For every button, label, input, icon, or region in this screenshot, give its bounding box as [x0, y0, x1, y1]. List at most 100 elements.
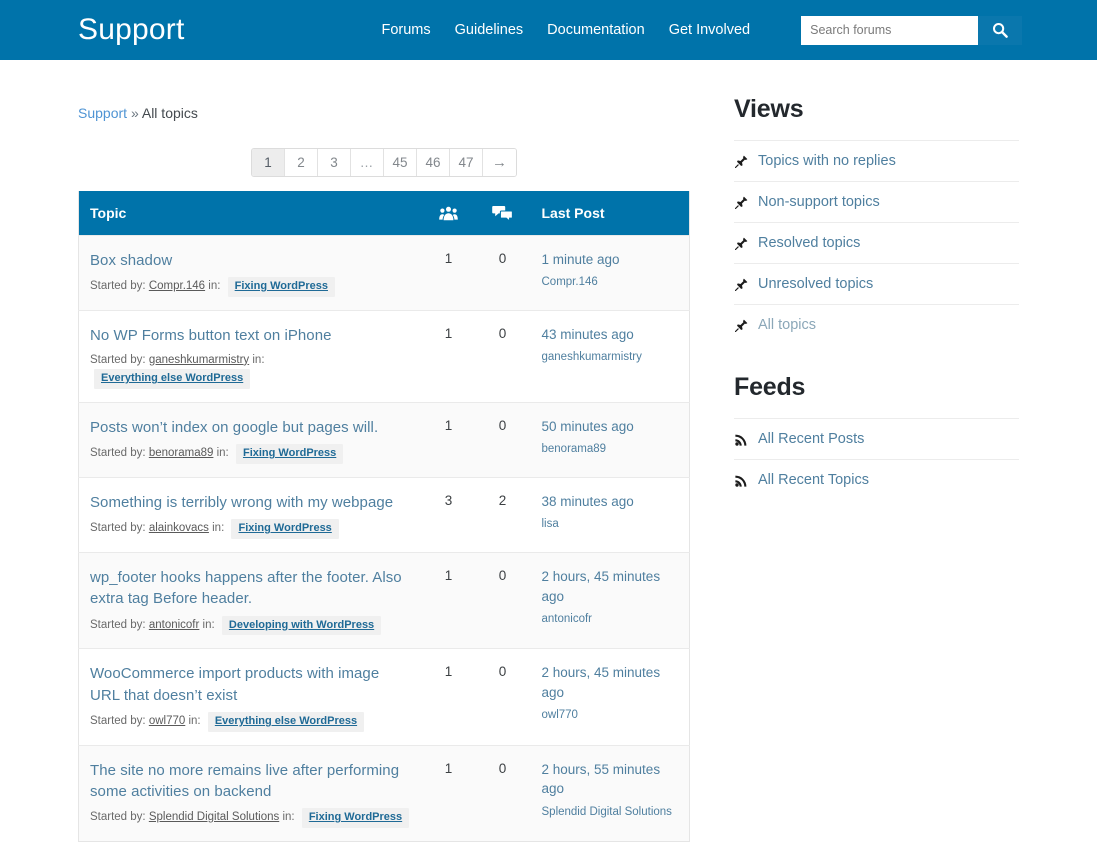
feed-item-label[interactable]: All Recent Posts — [758, 429, 864, 449]
topic-title-link[interactable]: WooCommerce import products with image U… — [90, 663, 412, 706]
voices-group-icon — [439, 204, 458, 221]
column-header-last-post: Last Post — [529, 191, 690, 235]
topic-author-link[interactable]: owl770 — [149, 715, 185, 727]
last-post-author-link[interactable]: owl770 — [542, 707, 680, 723]
column-header-voices — [421, 191, 476, 235]
started-by-label: Started by: — [90, 811, 146, 824]
last-post-time-link[interactable]: 1 minute ago — [542, 250, 680, 270]
feed-item-all-recent-topics[interactable]: All Recent Topics — [734, 459, 1019, 500]
last-post-author-link[interactable]: benorama89 — [542, 441, 680, 457]
started-by-label: Started by: — [90, 522, 146, 535]
topic-forum-badge[interactable]: Everything else WordPress — [207, 711, 365, 732]
topic-author-link[interactable]: antonicofr — [149, 619, 200, 631]
page-45-link[interactable]: 45 — [384, 149, 417, 176]
rss-icon — [734, 433, 749, 446]
pushpin-icon — [734, 155, 749, 168]
topic-meta: Started by: owl770 in: Everything else W… — [90, 711, 412, 732]
breadcrumb-separator: » — [130, 105, 139, 121]
voices-count: 1 — [444, 567, 453, 583]
topic-forum-badge[interactable]: Fixing WordPress — [235, 444, 344, 464]
last-post-time-link[interactable]: 38 minutes ago — [542, 492, 680, 512]
breadcrumb-root-link[interactable]: Support — [78, 105, 127, 121]
topic-cell: wp_footer hooks happens after the footer… — [79, 552, 422, 648]
search-form — [801, 15, 1023, 45]
last-post-time-link[interactable]: 50 minutes ago — [542, 417, 680, 437]
topic-forum-badge[interactable]: Everything else WordPress — [94, 369, 251, 389]
column-header-replies — [475, 191, 530, 235]
last-post-author-link[interactable]: antonicofr — [542, 611, 680, 627]
sidebar-item-label[interactable]: Topics with no replies — [758, 151, 896, 171]
voices-count: 1 — [444, 250, 453, 266]
topic-meta: Started by: antonicofr in: Developing wi… — [90, 615, 412, 636]
topic-meta: Started by: ganeshkumarmistry in: Everyt… — [90, 352, 412, 389]
pushpin-icon — [734, 319, 749, 332]
topic-forum-badge[interactable]: Developing with WordPress — [221, 615, 382, 636]
nav-item-get-involved[interactable]: Get Involved — [669, 22, 750, 38]
voices-count: 1 — [444, 417, 453, 433]
topic-forum-badge[interactable]: Fixing WordPress — [301, 808, 410, 828]
topic-author-link[interactable]: Splendid Digital Solutions — [149, 811, 279, 823]
replies-count: 0 — [498, 567, 507, 583]
sidebar-item-topics-with-no-replies[interactable]: Topics with no replies — [734, 140, 1019, 181]
topic-forum-badge[interactable]: Fixing WordPress — [231, 519, 339, 539]
topics-table-header-row: Topic Last Post — [78, 191, 690, 235]
nav-item-documentation[interactable]: Documentation — [547, 22, 645, 38]
last-post-time-link[interactable]: 2 hours, 55 minutes ago — [542, 760, 680, 799]
topic-title-link[interactable]: wp_footer hooks happens after the footer… — [90, 567, 412, 610]
last-post-time-link[interactable]: 2 hours, 45 minutes ago — [542, 567, 680, 606]
topic-title-link[interactable]: The site no more remains live after perf… — [90, 760, 412, 803]
page-1-current[interactable]: 1 — [252, 149, 285, 176]
replies-count: 0 — [498, 417, 507, 433]
table-row: The site no more remains live after perf… — [78, 745, 690, 842]
last-post-author-link[interactable]: lisa — [542, 516, 680, 532]
in-label: in: — [208, 279, 221, 292]
search-input[interactable] — [801, 15, 979, 45]
sidebar-item-all-topics[interactable]: All topics — [734, 304, 1019, 345]
page-body: Support » All topics 1 2 3 … 45 46 47 → … — [0, 60, 1097, 842]
pushpin-icon — [734, 237, 749, 250]
replies-bubbles-icon — [492, 204, 513, 222]
last-post-author-link[interactable]: Splendid Digital Solutions — [542, 804, 680, 820]
nav-item-guidelines[interactable]: Guidelines — [455, 22, 524, 38]
sidebar-item-unresolved-topics[interactable]: Unresolved topics — [734, 263, 1019, 304]
last-post-author-link[interactable]: Compr.146 — [542, 274, 680, 290]
sidebar-item-label[interactable]: Unresolved topics — [758, 274, 873, 294]
topic-author-link[interactable]: Compr.146 — [149, 280, 205, 292]
last-post-author-link[interactable]: ganeshkumarmistry — [542, 349, 680, 365]
sidebar-item-label[interactable]: Non-support topics — [758, 192, 880, 212]
topic-cell: Something is terribly wrong with my webp… — [79, 477, 422, 552]
topic-title-link[interactable]: Something is terribly wrong with my webp… — [90, 492, 412, 513]
topic-title-link[interactable]: Posts won’t index on google but pages wi… — [90, 417, 412, 438]
sidebar: Views Topics with no replies Non-support… — [734, 60, 1019, 842]
topic-cell: The site no more remains live after perf… — [79, 745, 422, 841]
table-row: wp_footer hooks happens after the footer… — [78, 552, 690, 649]
topic-meta: Started by: Splendid Digital Solutions i… — [90, 808, 412, 828]
topics-table: Topic Last Post Box shadow Started by: C… — [78, 191, 690, 842]
topic-author-link[interactable]: benorama89 — [149, 447, 214, 459]
topic-author-link[interactable]: ganeshkumarmistry — [149, 354, 249, 366]
column-header-topic: Topic — [78, 191, 422, 235]
feed-item-all-recent-posts[interactable]: All Recent Posts — [734, 418, 1019, 459]
sidebar-item-resolved-topics[interactable]: Resolved topics — [734, 222, 1019, 263]
page-46-link[interactable]: 46 — [417, 149, 450, 176]
last-post-time-link[interactable]: 43 minutes ago — [542, 325, 680, 345]
sidebar-item-non-support-topics[interactable]: Non-support topics — [734, 181, 1019, 222]
pagination-next-button[interactable]: → — [483, 149, 516, 176]
search-submit-button[interactable] — [978, 15, 1023, 45]
page-2-link[interactable]: 2 — [285, 149, 318, 176]
page-3-link[interactable]: 3 — [318, 149, 351, 176]
main-column: Support » All topics 1 2 3 … 45 46 47 → … — [78, 60, 690, 842]
topic-title-link[interactable]: No WP Forms button text on iPhone — [90, 325, 412, 346]
topic-author-link[interactable]: alainkovacs — [149, 522, 209, 534]
pagination-list: 1 2 3 … 45 46 47 → — [251, 148, 517, 177]
feeds-heading: Feeds — [734, 373, 806, 401]
topic-forum-badge[interactable]: Fixing WordPress — [227, 276, 335, 297]
topic-title-link[interactable]: Box shadow — [90, 250, 412, 271]
nav-item-forums[interactable]: Forums — [381, 22, 430, 38]
sidebar-item-label[interactable]: All topics — [758, 315, 816, 335]
page-47-link[interactable]: 47 — [450, 149, 483, 176]
sidebar-item-label[interactable]: Resolved topics — [758, 233, 860, 253]
feed-item-label[interactable]: All Recent Topics — [758, 470, 869, 490]
feeds-section: Feeds All Recent Posts All Recent Topics — [734, 345, 1019, 500]
started-by-label: Started by: — [90, 618, 146, 631]
